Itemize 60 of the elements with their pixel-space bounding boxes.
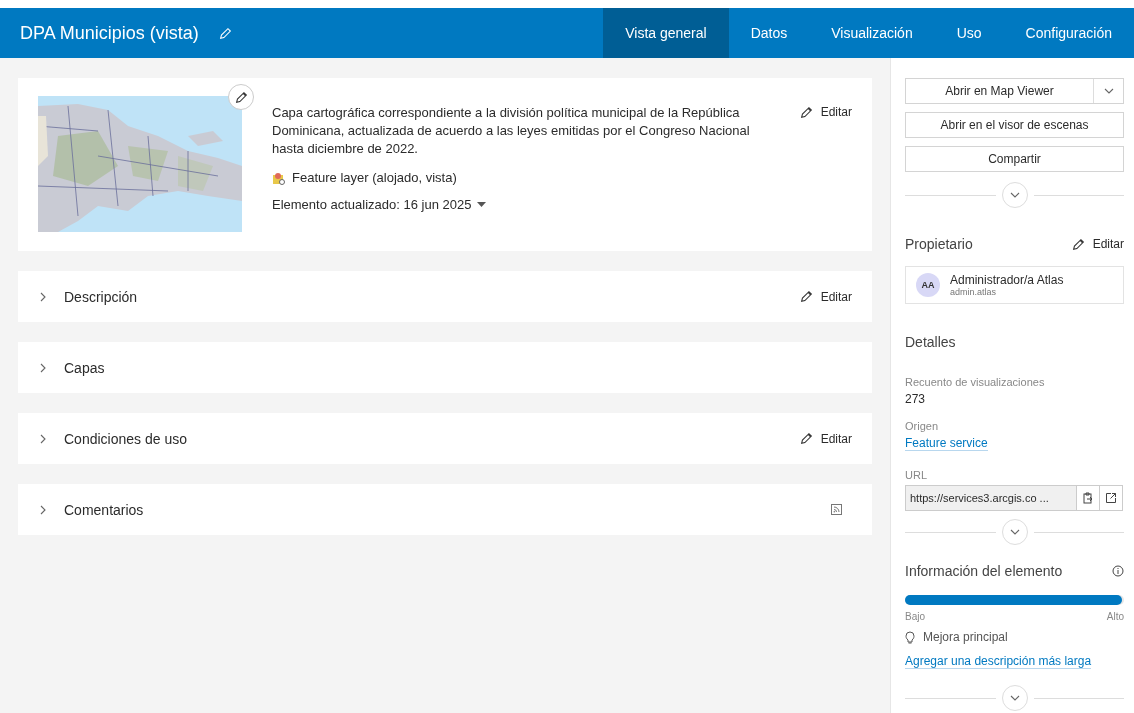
chevron-icon — [38, 291, 48, 302]
chevron-icon — [1009, 527, 1020, 537]
section-header[interactable]: Descripción — [38, 288, 138, 305]
nav-tab[interactable]: Vista general — [603, 8, 729, 58]
chevron-icon — [1009, 693, 1020, 703]
chevron-icon — [1103, 86, 1114, 96]
open-link-button[interactable] — [1100, 485, 1123, 511]
pencil-icon — [799, 290, 813, 303]
action-button[interactable]: Abrir en el visor de escenas — [905, 112, 1124, 138]
owner-name: Administrador/a Atlas — [950, 273, 1064, 287]
field-label: URL — [905, 469, 928, 481]
section-header[interactable]: Capas — [38, 359, 105, 376]
caret-icon[interactable] — [477, 201, 487, 208]
scale-low-label: Bajo — [905, 611, 925, 622]
info-icon[interactable] — [1112, 565, 1124, 577]
copy-button[interactable] — [1077, 485, 1100, 511]
field-label: Origen — [905, 420, 940, 432]
pencil-icon — [799, 105, 813, 119]
details-heading: Detalles — [905, 334, 956, 350]
field-value: 273 — [905, 392, 927, 406]
action-button[interactable]: Abrir en Map Viewer — [905, 78, 1124, 104]
nav-tab[interactable]: Datos — [728, 8, 810, 58]
edit-button[interactable]: Editar — [799, 428, 852, 449]
page-title: DPA Municipios (vista) — [20, 22, 199, 44]
add-description-link[interactable]: Agregar una descripción más larga — [905, 654, 1092, 669]
info-heading: Información del elemento — [905, 563, 1063, 579]
chevron-icon — [38, 433, 48, 444]
rss-icon[interactable] — [831, 504, 842, 515]
external-link-icon — [1105, 492, 1117, 504]
pencil-icon[interactable] — [218, 26, 232, 40]
edit-button[interactable]: Editar — [799, 286, 852, 307]
tip-text: Mejora principal — [923, 630, 1008, 644]
owner-heading: Propietario — [905, 236, 973, 252]
source-link[interactable]: Feature service — [905, 436, 988, 451]
chevron-icon — [38, 362, 48, 373]
nav-tab[interactable]: Configuración — [1003, 8, 1134, 58]
nav-tab[interactable]: Visualización — [809, 8, 935, 58]
layer-icon — [272, 170, 286, 185]
item-type-text: Feature layer (alojado, vista) — [292, 170, 457, 185]
owner-username: admin.atlas — [950, 287, 998, 297]
section-header[interactable]: Condiciones de uso — [38, 430, 187, 447]
lightbulb-icon — [905, 630, 915, 644]
field-label: Recuento de visualizaciones — [905, 376, 1046, 388]
updated-date-text: Elemento actualizado: 16 jun 2025 — [272, 197, 472, 212]
url-field[interactable]: https://services3.arcgis.co ... — [905, 485, 1077, 511]
section-header[interactable]: Comentarios — [38, 501, 144, 518]
nav-tab[interactable]: Uso — [934, 8, 1004, 58]
edit-button[interactable]: Editar — [799, 102, 852, 122]
chevron-icon — [38, 504, 48, 515]
avatar: AA — [916, 273, 940, 297]
copy-icon — [1082, 492, 1094, 504]
scale-high-label: Alto — [1106, 611, 1124, 622]
chevron-icon — [1009, 190, 1020, 200]
description-text: Capa cartográfica correspondiente a la división política municipal de la República Dominicana, actualizada de acuerdo a las leyes emitidas por el Congreso Nacional hasta diciembre de 2022. — [272, 104, 751, 158]
pencil-icon — [1071, 237, 1085, 251]
edit-button[interactable]: Editar — [1071, 234, 1124, 254]
pencil-icon — [234, 90, 248, 104]
pencil-icon — [799, 432, 813, 445]
action-button[interactable]: Compartir — [905, 146, 1124, 172]
edit-thumbnail-button[interactable] — [228, 84, 254, 110]
